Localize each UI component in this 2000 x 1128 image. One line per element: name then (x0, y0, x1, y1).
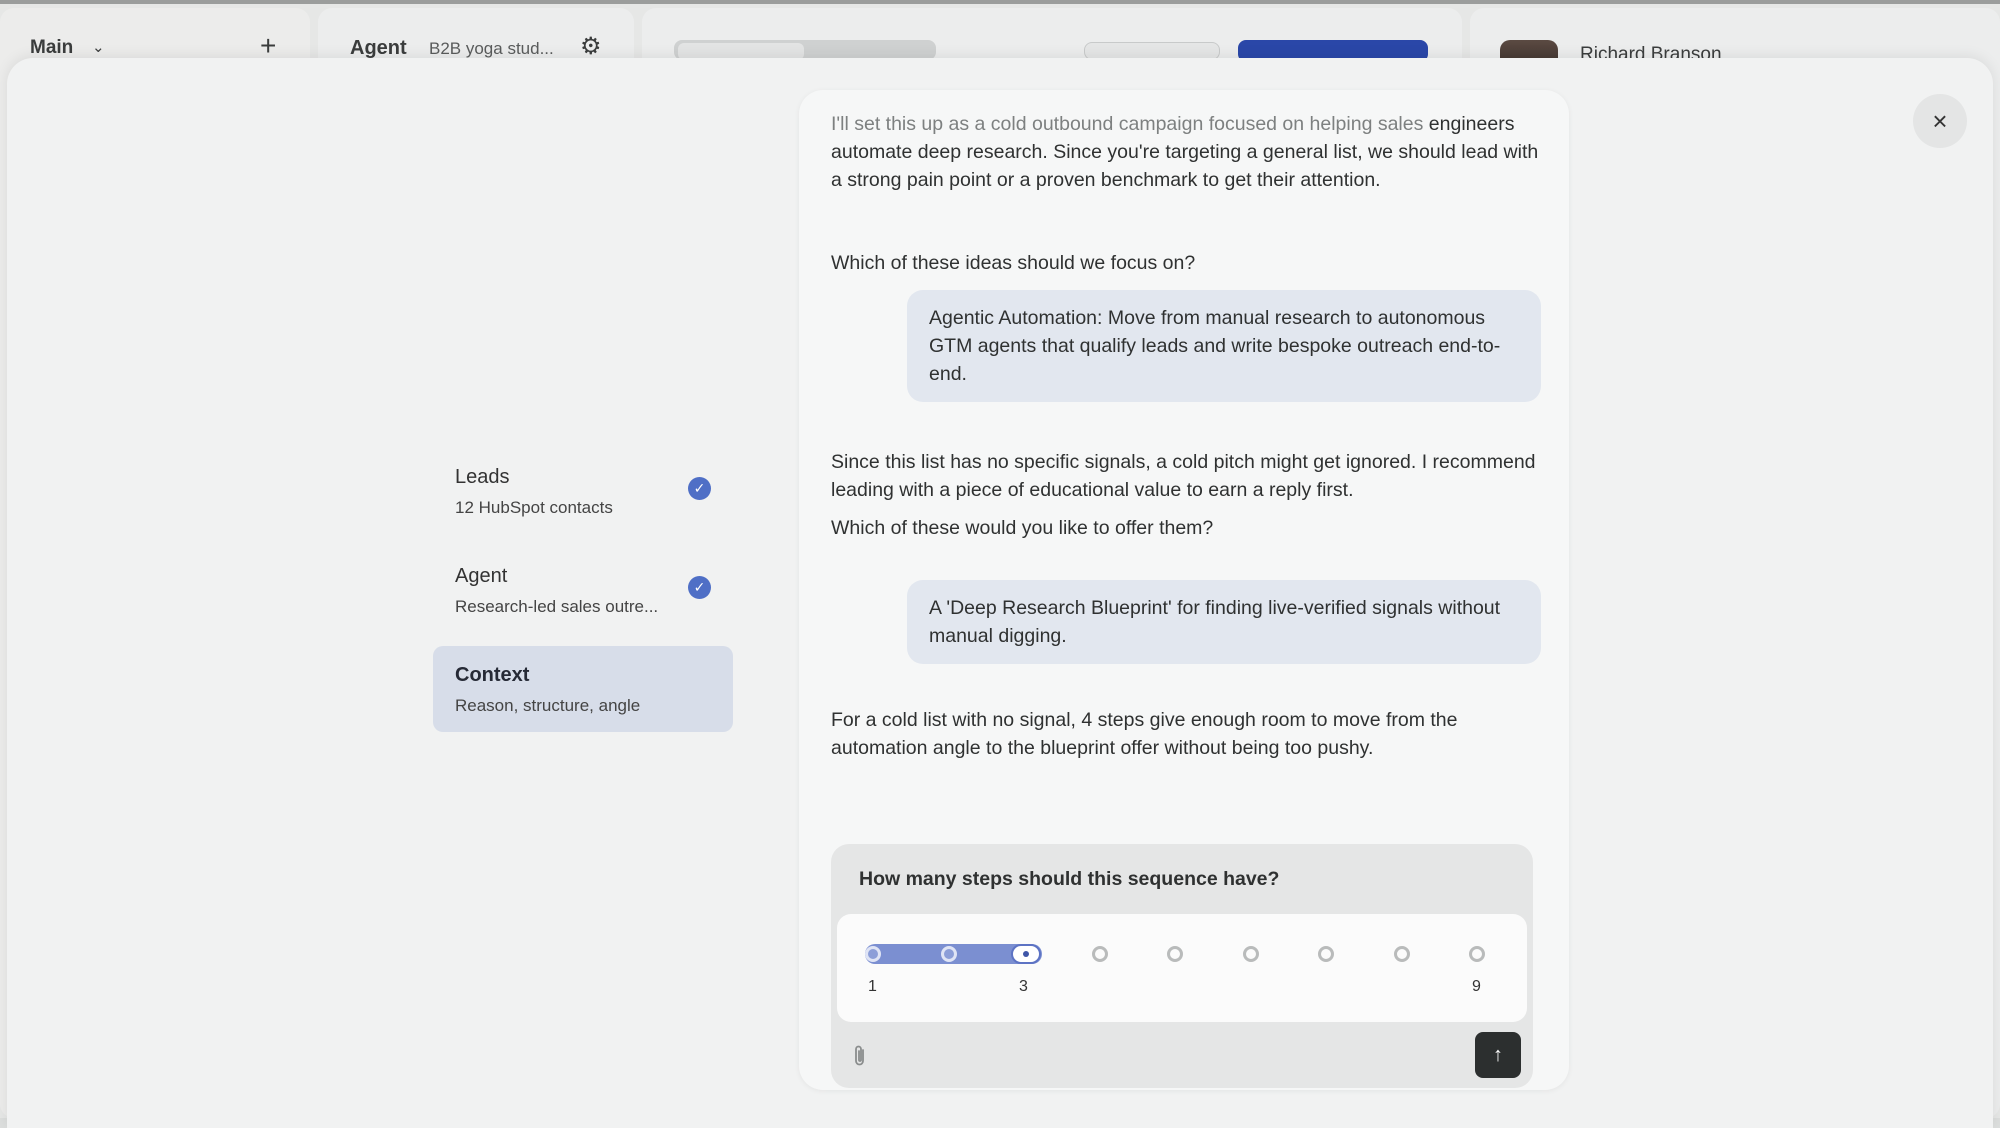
step-subtitle: Research-led sales outre... (455, 597, 659, 616)
slider-step-7[interactable] (1318, 946, 1334, 962)
step-slider-card: 1 3 9 (837, 914, 1527, 1022)
gear-icon[interactable]: ⚙ (580, 32, 602, 61)
assistant-message: For a cold list with no signal, 4 steps … (831, 709, 1458, 759)
step-subtitle: Reason, structure, angle (455, 696, 641, 715)
slider-step-3[interactable] (1011, 944, 1041, 964)
slider-max-label: 9 (1472, 978, 1481, 995)
slider-step-5[interactable] (1167, 946, 1183, 962)
assistant-message: Since this list has no specific signals,… (831, 451, 1536, 501)
user-reply-bubble: A 'Deep Research Blueprint' for finding … (907, 580, 1541, 664)
chat-panel: I'll set this up as a cold outbound camp… (799, 90, 1569, 1090)
slider-selected-label: 3 (1019, 978, 1028, 995)
slider-step-9[interactable] (1469, 946, 1485, 962)
close-icon: × (1932, 105, 1948, 136)
steps-slider[interactable] (865, 944, 1493, 964)
step-title: Agent (455, 565, 508, 587)
slider-min-label: 1 (868, 978, 877, 995)
check-icon: ✓ (688, 576, 711, 599)
close-button[interactable]: × (1913, 94, 1967, 148)
agent-subtitle: B2B yoga stud... (429, 39, 554, 58)
assistant-message: I'll set this up as a cold outbound camp… (831, 110, 1541, 194)
check-icon: ✓ (688, 477, 711, 500)
step-agent[interactable]: Agent Research-led sales outre... ✓ (433, 547, 733, 633)
step-subtitle: 12 HubSpot contacts (455, 498, 613, 517)
paperclip-icon[interactable] (851, 1044, 869, 1074)
step-context[interactable]: Context Reason, structure, angle (433, 646, 733, 732)
slider-step-1[interactable] (865, 946, 881, 962)
question-widget: How many steps should this sequence have… (831, 844, 1533, 1088)
slider-step-8[interactable] (1393, 946, 1410, 962)
step-title: Leads (455, 466, 510, 488)
setup-modal: × Leads 12 HubSpot contacts ✓ Agent Rese… (7, 58, 1993, 1128)
workspace-label[interactable]: Main (30, 37, 73, 59)
slider-step-4[interactable] (1091, 946, 1108, 962)
top-border (0, 0, 2000, 4)
steps-list: Leads 12 HubSpot contacts ✓ Agent Resear… (433, 448, 733, 745)
assistant-question: Which of these ideas should we focus on? (831, 252, 1196, 274)
message-faded-line: I'll set this up as a cold outbound camp… (831, 113, 1424, 135)
send-button[interactable]: ↑ (1475, 1032, 1521, 1078)
user-reply-bubble: Agentic Automation: Move from manual res… (907, 290, 1541, 402)
assistant-question: Which of these would you like to offer t… (831, 517, 1214, 539)
slider-step-2[interactable] (940, 946, 957, 962)
slider-step-6[interactable] (1242, 946, 1259, 962)
arrow-up-icon: ↑ (1493, 1043, 1503, 1066)
step-title: Context (455, 664, 530, 686)
segmented-control[interactable] (674, 40, 936, 60)
chevron-down-icon[interactable]: ⌄ (92, 38, 105, 56)
step-leads[interactable]: Leads 12 HubSpot contacts ✓ (433, 448, 733, 534)
agent-label: Agent (350, 37, 407, 59)
question-title: How many steps should this sequence have… (859, 868, 1280, 890)
